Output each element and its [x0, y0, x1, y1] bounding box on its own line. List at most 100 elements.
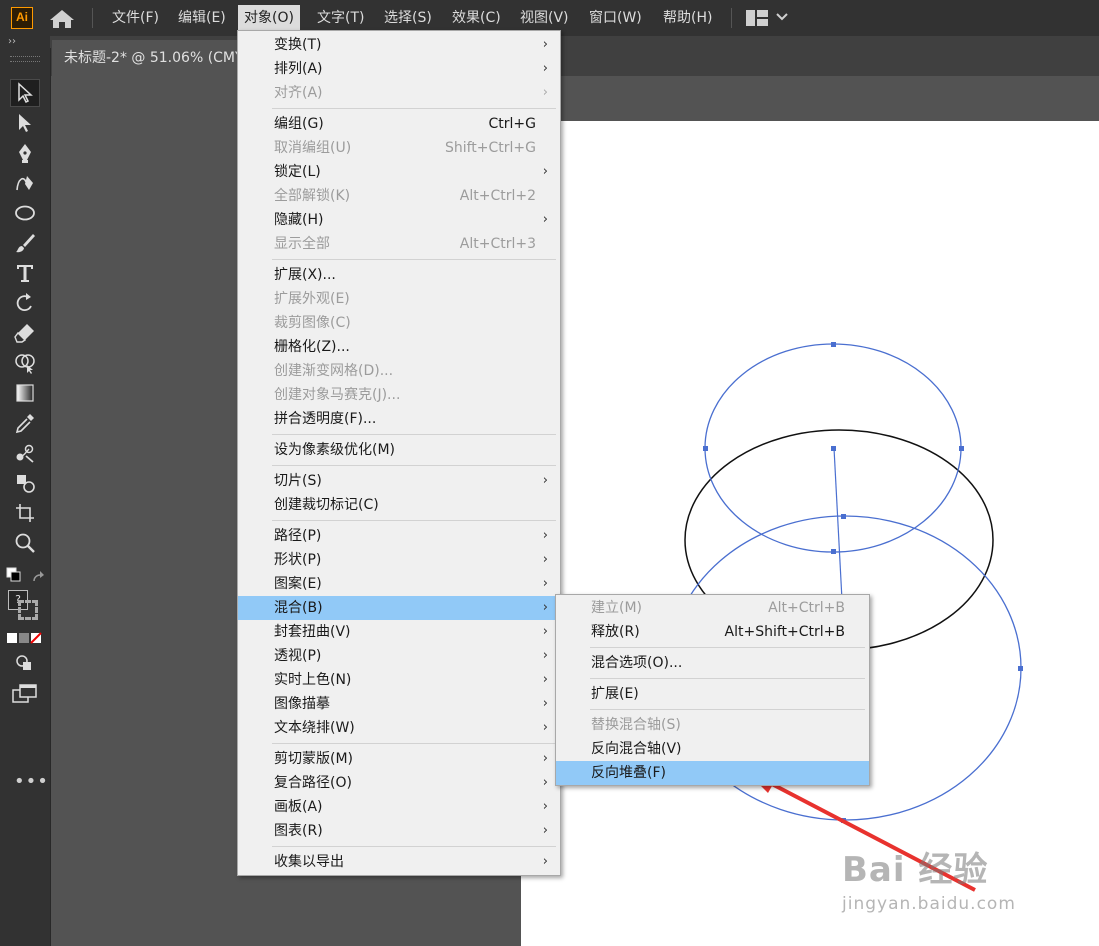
- object-menu-dropdown: 变换(T) › 排列(A) › 对齐(A) › 编组(G) Ctrl+G 取消编组(U)…: [237, 30, 561, 876]
- color-mode-icons[interactable]: [7, 632, 43, 644]
- menu-window[interactable]: 窗口(W): [583, 5, 648, 31]
- pen-tool[interactable]: [10, 139, 40, 167]
- live-paint-bucket-icon: [17, 475, 35, 493]
- direct-selection-arrow-icon: [19, 114, 31, 132]
- menu-item-flatten-transparency[interactable]: 拼合透明度(F)...: [238, 407, 560, 431]
- menu-view[interactable]: 视图(V): [514, 5, 575, 31]
- submenu-item-release[interactable]: 释放(R) Alt+Shift+Ctrl+B: [556, 620, 869, 644]
- chevron-down-icon[interactable]: [776, 12, 788, 22]
- submenu-item-reverse-front-to-back[interactable]: 反向堆叠(F): [556, 761, 869, 785]
- eraser-icon: [14, 324, 34, 343]
- menu-item-align[interactable]: 对齐(A) ›: [238, 81, 560, 105]
- menu-type[interactable]: 文字(T): [311, 5, 370, 31]
- home-icon[interactable]: [49, 9, 75, 29]
- menu-item-path[interactable]: 路径(P) ›: [238, 524, 560, 548]
- eraser-tool[interactable]: [10, 319, 40, 347]
- selection-tool[interactable]: [10, 79, 40, 107]
- menu-item-envelope-distort[interactable]: 封套扭曲(V) ›: [238, 620, 560, 644]
- submenu-item-reverse-spine[interactable]: 反向混合轴(V): [556, 737, 869, 761]
- menu-item-blend[interactable]: 混合(B) ›: [238, 596, 560, 620]
- rotate-tool[interactable]: [10, 289, 40, 317]
- screen-mode-icon[interactable]: [12, 684, 38, 704]
- menu-item-artboards[interactable]: 画板(A) ›: [238, 795, 560, 819]
- document-tab[interactable]: 未标题-2* @ 51.06% (CMYK/预览): [52, 40, 242, 76]
- menu-item-perspective[interactable]: 透视(P) ›: [238, 644, 560, 668]
- toolbar-grip[interactable]: [10, 56, 40, 62]
- zoom-tool[interactable]: [10, 529, 40, 557]
- menu-object[interactable]: 对象(O): [238, 5, 300, 31]
- menu-item-group[interactable]: 编组(G) Ctrl+G: [238, 112, 560, 136]
- magnifier-icon: [15, 533, 35, 553]
- menu-item-slice[interactable]: 切片(S) ›: [238, 469, 560, 493]
- menu-item-shape[interactable]: 形状(P) ›: [238, 548, 560, 572]
- menu-item-image-trace[interactable]: 图像描摹 ›: [238, 692, 560, 716]
- menu-item-create-gradient-mesh[interactable]: 创建渐变网格(D)...: [238, 359, 560, 383]
- menu-item-rasterize[interactable]: 栅格化(Z)...: [238, 335, 560, 359]
- drawing-mode-icon[interactable]: [15, 654, 35, 672]
- menu-file[interactable]: 文件(F): [106, 5, 165, 31]
- menu-item-lock[interactable]: 锁定(L) ›: [238, 160, 560, 184]
- ellipse-tool[interactable]: [10, 199, 40, 227]
- submenu-item-expand[interactable]: 扩展(E): [556, 682, 869, 706]
- curvature-tool[interactable]: [10, 169, 40, 197]
- selection-arrow-icon: [18, 82, 33, 104]
- gradient-tool[interactable]: [10, 379, 40, 407]
- edit-toolbar-more-icon[interactable]: •••: [14, 772, 49, 792]
- menu-divider: [590, 709, 865, 710]
- menu-item-clipping-mask[interactable]: 剪切蒙版(M) ›: [238, 747, 560, 771]
- menu-select[interactable]: 选择(S): [378, 5, 438, 31]
- menu-item-ungroup[interactable]: 取消编组(U) Shift+Ctrl+G: [238, 136, 560, 160]
- menu-item-pattern[interactable]: 图案(E) ›: [238, 572, 560, 596]
- blend-submenu-dropdown: 建立(M) Alt+Ctrl+B 释放(R) Alt+Shift+Ctrl+B 混合…: [555, 594, 870, 786]
- pen-icon: [19, 144, 31, 163]
- submenu-item-make[interactable]: 建立(M) Alt+Ctrl+B: [556, 596, 869, 620]
- artboard[interactable]: [521, 121, 1099, 946]
- shape-builder-tool[interactable]: [10, 349, 40, 377]
- tools-panel: ? •••: [0, 48, 51, 946]
- menu-item-pixel-perfect[interactable]: 设为像素级优化(M): [238, 438, 560, 462]
- submenu-item-replace-spine[interactable]: 替换混合轴(S): [556, 713, 869, 737]
- blend-tool[interactable]: [10, 439, 40, 467]
- watermark-logo: Bai 经验: [842, 850, 989, 890]
- direct-selection-tool[interactable]: [10, 109, 40, 137]
- artboard-tool[interactable]: [10, 499, 40, 527]
- menu-item-graph[interactable]: 图表(R) ›: [238, 819, 560, 843]
- menu-item-transform[interactable]: 变换(T) ›: [238, 33, 560, 57]
- menu-item-arrange[interactable]: 排列(A) ›: [238, 57, 560, 81]
- panel-collapse-grip[interactable]: ››: [0, 36, 50, 48]
- eyedropper-tool[interactable]: [10, 409, 40, 437]
- menu-help[interactable]: 帮助(H): [657, 5, 718, 31]
- menu-divider: [272, 743, 556, 744]
- stroke-swatch[interactable]: [18, 600, 38, 620]
- default-fill-stroke-icon[interactable]: [6, 567, 46, 587]
- menu-item-text-wrap[interactable]: 文本绕排(W) ›: [238, 716, 560, 740]
- menu-item-expand[interactable]: 扩展(X)...: [238, 263, 560, 287]
- submenu-item-blend-options[interactable]: 混合选项(O)...: [556, 651, 869, 675]
- shape-builder-icon: [15, 354, 35, 374]
- eyedropper-icon: [15, 414, 34, 434]
- menu-item-create-trim-marks[interactable]: 创建裁切标记(C): [238, 493, 560, 517]
- workspace-switcher-icon[interactable]: [746, 10, 768, 26]
- menu-item-live-paint[interactable]: 实时上色(N) ›: [238, 668, 560, 692]
- baidu-jingyan-watermark: Bai 经验 jingyan.baidu.com: [842, 852, 1016, 914]
- menu-edit[interactable]: 编辑(E): [172, 5, 232, 31]
- rotate-icon: [16, 293, 32, 312]
- menu-divider: [590, 647, 865, 648]
- menu-item-collect-for-export[interactable]: 收集以导出 ›: [238, 850, 560, 874]
- menu-item-hide[interactable]: 隐藏(H) ›: [238, 208, 560, 232]
- menu-item-expand-appearance[interactable]: 扩展外观(E): [238, 287, 560, 311]
- menu-divider: [272, 434, 556, 435]
- type-tool[interactable]: [10, 259, 40, 287]
- menu-divider: [272, 465, 556, 466]
- menu-effect[interactable]: 效果(C): [446, 5, 507, 31]
- menu-item-crop-image[interactable]: 裁剪图像(C): [238, 311, 560, 335]
- menu-item-show-all[interactable]: 显示全部 Alt+Ctrl+3: [238, 232, 560, 256]
- menu-item-create-object-mosaic[interactable]: 创建对象马赛克(J)...: [238, 383, 560, 407]
- menu-item-compound-path[interactable]: 复合路径(O) ›: [238, 771, 560, 795]
- live-paint-tool[interactable]: [10, 469, 40, 497]
- curvature-pen-icon: [16, 176, 33, 191]
- paintbrush-tool[interactable]: [10, 229, 40, 257]
- menu-item-unlock-all[interactable]: 全部解锁(K) Alt+Ctrl+2: [238, 184, 560, 208]
- blend-icon: [16, 444, 34, 463]
- watermark-url: jingyan.baidu.com: [842, 894, 1016, 914]
